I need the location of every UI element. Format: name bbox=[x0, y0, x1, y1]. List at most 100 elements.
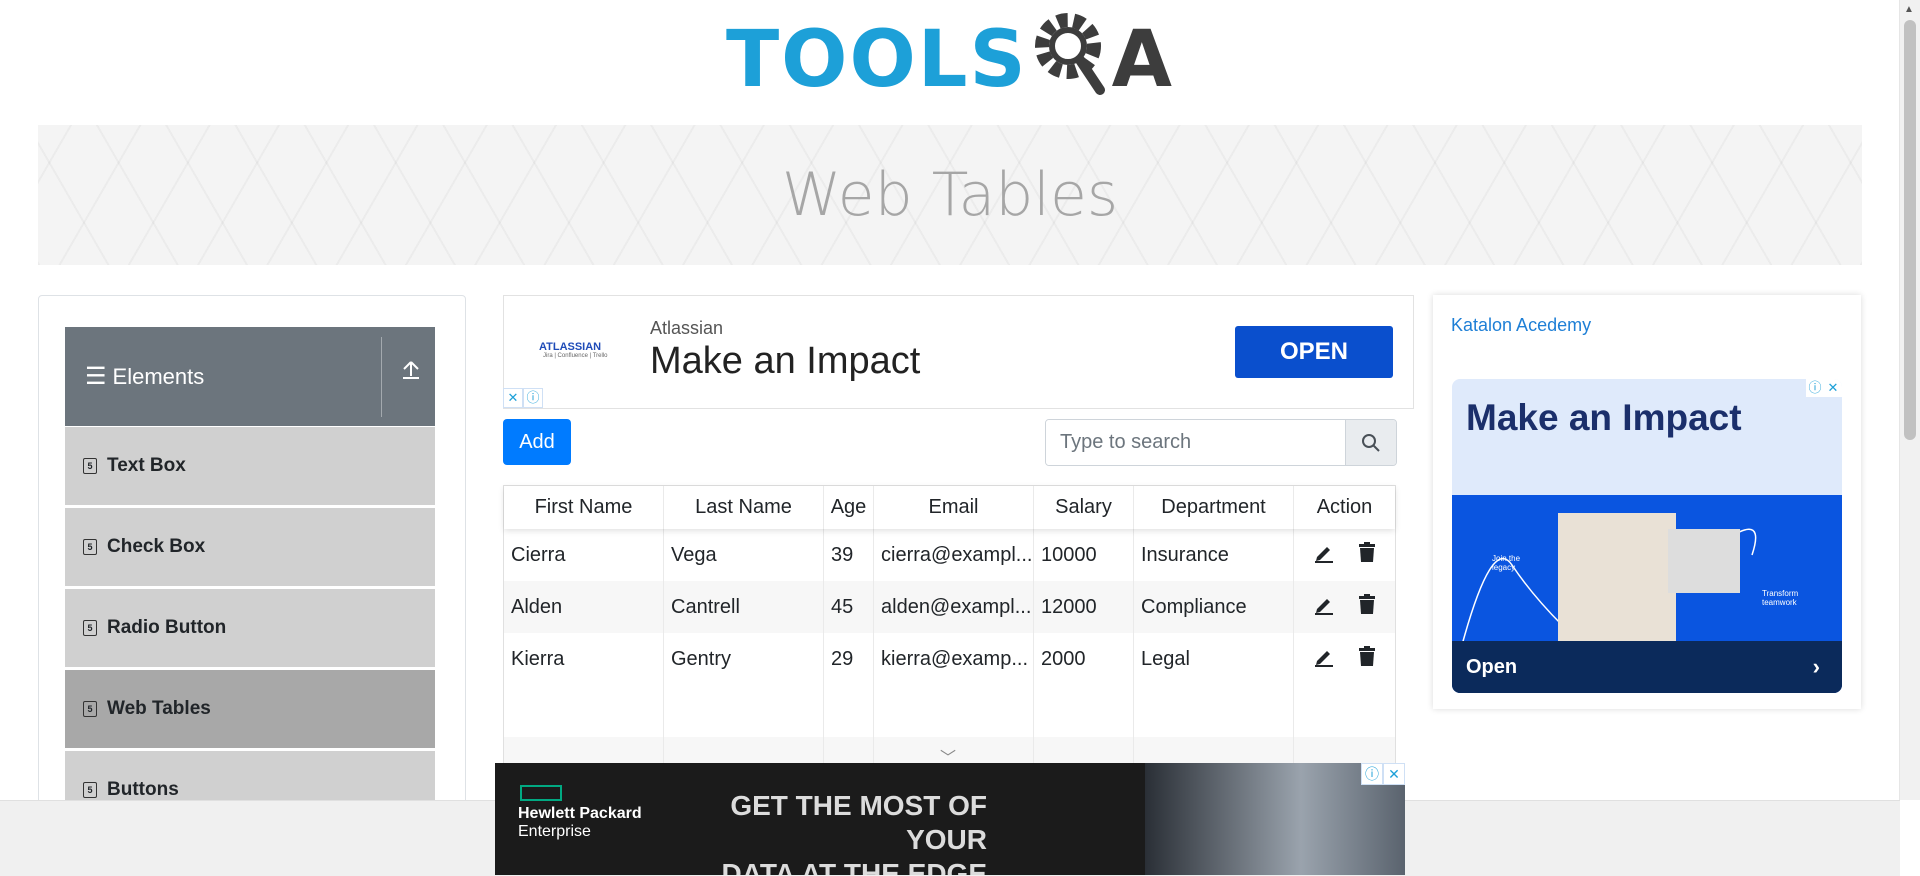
scroll-up-icon[interactable]: ▲ bbox=[1904, 4, 1914, 15]
add-button[interactable]: Add bbox=[503, 419, 571, 465]
email-text: alden@exampl... bbox=[881, 596, 1032, 618]
vertical-scrollbar[interactable]: ▲ bbox=[1899, 0, 1920, 800]
atlassian-ad[interactable]: ATLASSIAN Jira | Confluence | Trello Atl… bbox=[503, 295, 1414, 409]
sidebar-item-check-box[interactable]: 5 Check Box bbox=[65, 508, 435, 587]
table-row: Alden Cantrell 45 alden@exampl... 12000 … bbox=[504, 581, 1395, 633]
delete-icon[interactable] bbox=[1357, 593, 1377, 621]
sidebar-item-label: Buttons bbox=[107, 779, 179, 800]
menu-icon: ☰ bbox=[85, 363, 107, 390]
column-header[interactable]: Age bbox=[824, 486, 874, 529]
side-ad-headline: Make an Impact bbox=[1466, 397, 1742, 438]
hpe-message-line2: DATA AT THE EDGE bbox=[721, 858, 987, 875]
cell-last-name: Cantrell bbox=[664, 581, 824, 633]
sidebar-item-label: Web Tables bbox=[107, 698, 211, 719]
ad-brand-text: ATLASSIAN bbox=[539, 341, 602, 353]
cell-last-name: Gentry bbox=[664, 633, 824, 685]
cell-first-name: Cierra bbox=[504, 529, 664, 581]
search-icon bbox=[1362, 433, 1380, 452]
page-banner: Web Tables bbox=[38, 125, 1862, 265]
cell-department: Compliance bbox=[1134, 581, 1294, 633]
search-input[interactable] bbox=[1046, 420, 1345, 465]
katalon-broken-image[interactable]: Katalon Acedemy bbox=[1451, 315, 1591, 336]
close-ad-icon[interactable]: ✕ bbox=[1383, 763, 1405, 785]
edit-icon[interactable] bbox=[1313, 541, 1335, 569]
cell-first-name: Kierra bbox=[504, 633, 664, 685]
hpe-line1: Hewlett Packard bbox=[518, 805, 642, 822]
ad-choices: ⓘ ✕ bbox=[1806, 379, 1842, 397]
sidebar-item-text-box[interactable]: 5 Text Box bbox=[65, 427, 435, 506]
sidebar-item-label: Radio Button bbox=[107, 617, 227, 638]
column-header[interactable]: Department bbox=[1134, 486, 1294, 529]
table-row-empty bbox=[504, 685, 1395, 737]
elements-group-header[interactable]: ☰ Elements bbox=[65, 327, 435, 426]
person-photo-small bbox=[1668, 529, 1740, 593]
ad-advertiser: Atlassian bbox=[650, 318, 724, 338]
site-header: TOOLS A bbox=[0, 0, 1900, 120]
logo-qa-text: A bbox=[1111, 15, 1175, 105]
cell-email: alden@exampl... bbox=[874, 581, 1034, 633]
table-header-row: First Name Last Name Age Email Salary De… bbox=[504, 486, 1395, 529]
scrollbar-thumb[interactable] bbox=[1904, 20, 1916, 440]
cell-age: 29 bbox=[824, 633, 874, 685]
column-header[interactable]: First Name bbox=[504, 486, 664, 529]
column-header[interactable]: Last Name bbox=[664, 486, 824, 529]
sidebar-item-web-tables[interactable]: 5 Web Tables bbox=[65, 670, 435, 749]
html5-icon: 5 bbox=[83, 539, 97, 555]
ad-info-icon[interactable]: ⓘ bbox=[1361, 763, 1383, 785]
group-label: Elements bbox=[112, 363, 205, 389]
hpe-message-line1: GET THE MOST OF YOUR bbox=[730, 790, 987, 855]
hpe-logo bbox=[520, 785, 562, 801]
cell-action bbox=[1294, 581, 1395, 633]
column-header: Action bbox=[1316, 496, 1373, 518]
ad-info-icon[interactable]: ⓘ bbox=[1806, 379, 1824, 397]
email-text: cierra@exampl... bbox=[881, 544, 1033, 566]
header-divider bbox=[381, 337, 382, 417]
search-button[interactable] bbox=[1345, 420, 1396, 465]
cell-first-name: Alden bbox=[504, 581, 664, 633]
side-ad-tag: Join the legacy bbox=[1492, 554, 1521, 572]
hpe-ad[interactable]: Hewlett Packard Enterprise GET THE MOST … bbox=[495, 763, 1405, 875]
edit-icon[interactable] bbox=[1313, 645, 1335, 673]
cell-salary: 12000 bbox=[1034, 581, 1134, 633]
side-ad-cta[interactable]: Open › bbox=[1452, 641, 1842, 693]
cell-last-name: Vega bbox=[664, 529, 824, 581]
hpe-company: Hewlett Packard Enterprise bbox=[518, 805, 642, 841]
close-ad-icon[interactable]: ✕ bbox=[1824, 379, 1842, 397]
html5-icon: 5 bbox=[83, 620, 97, 636]
sidebar-item-radio-button[interactable]: 5 Radio Button bbox=[65, 589, 435, 668]
page-title: Web Tables bbox=[781, 160, 1119, 230]
sidebar: ☰ Elements 5 Text Box 5 Check Box 5 Radi… bbox=[38, 295, 466, 817]
side-ad: Katalon Acedemy Make an Impact ⓘ ✕ Join … bbox=[1433, 295, 1861, 709]
cell-salary: 2000 bbox=[1034, 633, 1134, 685]
collapse-icon[interactable] bbox=[400, 359, 422, 387]
ad-info-icon[interactable]: ⓘ bbox=[523, 388, 543, 408]
toolsqa-logo[interactable]: TOOLS A bbox=[726, 6, 1174, 115]
delete-icon[interactable] bbox=[1357, 645, 1377, 673]
hpe-line2: Enterprise bbox=[518, 823, 591, 840]
hpe-message: GET THE MOST OF YOUR DATA AT THE EDGE bbox=[677, 789, 987, 875]
column-header[interactable]: Salary bbox=[1034, 486, 1134, 529]
close-ad-icon[interactable]: ✕ bbox=[503, 388, 523, 408]
elements-menu: 5 Text Box 5 Check Box 5 Radio Button 5 … bbox=[65, 427, 435, 816]
delete-icon[interactable] bbox=[1357, 541, 1377, 569]
email-text: kierra@examp... bbox=[881, 648, 1029, 670]
sidebar-item-label: Text Box bbox=[107, 455, 186, 476]
logo-tools-text: TOOLS bbox=[725, 15, 1028, 105]
column-header[interactable]: Email bbox=[874, 486, 1034, 529]
side-ad-tag: Transform teamwork bbox=[1762, 589, 1799, 607]
atlassian-logo: ATLASSIAN Jira | Confluence | Trello bbox=[539, 341, 607, 359]
side-ad-card[interactable]: Make an Impact ⓘ ✕ Join the legacy Trans… bbox=[1452, 379, 1842, 693]
ad-open-button[interactable]: OPEN bbox=[1235, 326, 1393, 378]
cell-age: 45 bbox=[824, 581, 874, 633]
ad-choices: ⓘ ✕ bbox=[1361, 763, 1405, 785]
edit-icon[interactable] bbox=[1313, 593, 1335, 621]
html5-icon: 5 bbox=[83, 701, 97, 717]
search-box bbox=[1045, 419, 1397, 466]
side-ad-open-label: Open bbox=[1466, 655, 1518, 678]
sidebar-item-label: Check Box bbox=[107, 536, 206, 557]
cell-department: Insurance bbox=[1134, 529, 1294, 581]
table-row: Cierra Vega 39 cierra@exampl... 10000 In… bbox=[504, 529, 1395, 581]
chevron-right-icon: › bbox=[1812, 654, 1820, 679]
cell-email: kierra@examp... bbox=[874, 633, 1034, 685]
cell-department: Legal bbox=[1134, 633, 1294, 685]
